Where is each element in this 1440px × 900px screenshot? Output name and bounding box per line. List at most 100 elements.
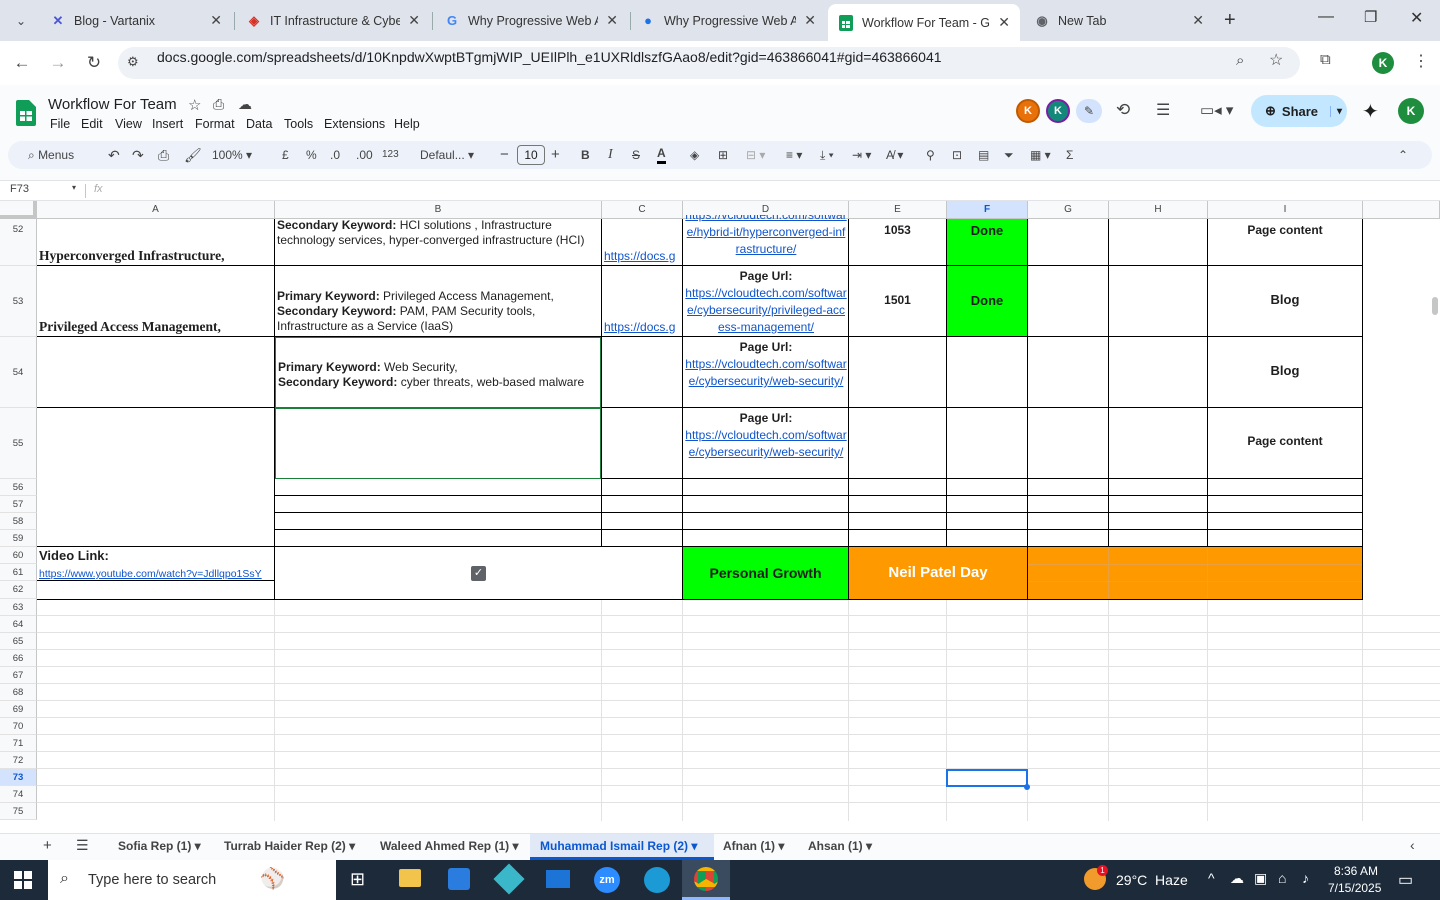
- tab-search-chevron-icon[interactable]: ⌄: [10, 10, 32, 32]
- zoom-select[interactable]: 100% ▾: [212, 146, 252, 164]
- align-icon[interactable]: ≡ ▾: [786, 146, 802, 164]
- browser-tab-2[interactable]: ◈ IT Infrastructure & Cybe ✕: [236, 4, 430, 37]
- all-sheets-icon[interactable]: ☰: [76, 837, 89, 854]
- menu-tools[interactable]: Tools: [284, 117, 313, 131]
- column-header-e[interactable]: E: [849, 201, 947, 219]
- store-icon[interactable]: [448, 868, 470, 890]
- row-header-62[interactable]: 62: [0, 581, 37, 599]
- close-icon[interactable]: ✕: [804, 12, 816, 29]
- row-header-59[interactable]: 59: [0, 530, 37, 547]
- selected-cell-f73[interactable]: [946, 769, 1028, 787]
- column-header-f[interactable]: F: [947, 201, 1028, 219]
- close-icon[interactable]: ✕: [998, 14, 1010, 31]
- filter-views-icon[interactable]: ▦ ▾: [1030, 146, 1051, 164]
- bold-icon[interactable]: B: [581, 146, 590, 164]
- cell-d55-link[interactable]: https://vcloudtech.com/software/cybersec…: [685, 428, 846, 459]
- select-all-corner[interactable]: [0, 201, 37, 219]
- row-header-66[interactable]: 66: [0, 650, 37, 667]
- tray-volume-icon[interactable]: ♪: [1302, 870, 1309, 886]
- row-header-72[interactable]: 72: [0, 752, 37, 769]
- column-header-b[interactable]: B: [275, 201, 602, 219]
- text-color-icon[interactable]: A: [657, 146, 666, 164]
- close-icon[interactable]: ✕: [408, 12, 420, 29]
- sheet-tab-ahsan[interactable]: Ahsan (1) ▾: [808, 839, 872, 853]
- edge-icon[interactable]: [644, 867, 670, 893]
- decrease-decimal-button[interactable]: .0: [330, 146, 340, 164]
- row-header-54[interactable]: 54: [0, 337, 37, 408]
- menu-edit[interactable]: Edit: [81, 117, 103, 131]
- cell-c53[interactable]: https://docs.g: [604, 320, 681, 335]
- row-header-53[interactable]: 53: [0, 266, 37, 337]
- app-icon[interactable]: [493, 863, 525, 895]
- spreadsheet-grid[interactable]: A B C D E F G H I 52 53 54 55 56 57 58 5…: [0, 201, 1440, 821]
- cell-d54-link[interactable]: https://vcloudtech.com/software/cybersec…: [685, 357, 846, 388]
- bookmark-star-icon[interactable]: ☆: [1269, 50, 1283, 70]
- fill-handle[interactable]: [1024, 784, 1030, 790]
- cell-d55[interactable]: Page Url: https://vcloudtech.com/softwar…: [685, 410, 847, 461]
- minimize-icon[interactable]: —: [1318, 8, 1334, 26]
- checkbox-checked-icon[interactable]: ✓: [471, 566, 486, 581]
- row-header-63[interactable]: 63: [0, 599, 37, 616]
- cell-e60-neil-patel-day[interactable]: Neil Patel Day: [849, 547, 1027, 599]
- strikethrough-icon[interactable]: S: [632, 146, 640, 164]
- redo-icon[interactable]: ↷: [132, 146, 144, 164]
- zoom-icon[interactable]: ⌕: [1236, 52, 1244, 69]
- menu-format[interactable]: Format: [195, 117, 235, 131]
- version-history-icon[interactable]: ⟲: [1116, 100, 1130, 120]
- row-header-75[interactable]: 75: [0, 803, 37, 820]
- number-format-button[interactable]: 123: [382, 146, 399, 164]
- row-header-71[interactable]: 71: [0, 735, 37, 752]
- menu-file[interactable]: File: [50, 117, 70, 131]
- browser-tab-1[interactable]: ✕ Blog - Vartanix ✕: [40, 4, 232, 37]
- font-select[interactable]: Defaul... ▾: [420, 146, 474, 164]
- column-header-c[interactable]: C: [602, 201, 683, 219]
- row-header-70[interactable]: 70: [0, 718, 37, 735]
- file-explorer-icon[interactable]: [399, 869, 421, 887]
- cell-d53-link[interactable]: https://vcloudtech.com/software/cybersec…: [685, 286, 846, 334]
- account-avatar[interactable]: K: [1398, 98, 1424, 124]
- cell-c52[interactable]: https://docs.g: [604, 249, 681, 264]
- menus-search[interactable]: ⌕ Menus: [28, 146, 98, 164]
- chrome-taskbar-icon[interactable]: [694, 867, 718, 891]
- add-sheet-icon[interactable]: +: [43, 837, 52, 854]
- insert-comment-icon[interactable]: ⊡: [952, 146, 962, 164]
- row-header-55[interactable]: 55: [0, 408, 37, 479]
- profile-avatar[interactable]: K: [1372, 52, 1394, 74]
- share-dropdown-icon[interactable]: ▾: [1330, 105, 1342, 117]
- row-header-73[interactable]: 73: [0, 769, 37, 786]
- row-header-64[interactable]: 64: [0, 616, 37, 633]
- new-tab-plus-icon[interactable]: +: [1224, 9, 1236, 32]
- menu-extensions[interactable]: Extensions: [324, 117, 385, 131]
- insert-chart-icon[interactable]: ▤: [978, 146, 989, 164]
- column-header-g[interactable]: G: [1028, 201, 1109, 219]
- sheets-logo-icon[interactable]: [16, 100, 36, 129]
- font-size-increase-icon[interactable]: +: [551, 146, 560, 164]
- cell-c52-link[interactable]: https://docs.g: [604, 249, 675, 263]
- site-info-icon[interactable]: ⚙: [127, 54, 139, 70]
- restore-icon[interactable]: ❐: [1364, 8, 1377, 26]
- close-icon[interactable]: ✕: [606, 12, 618, 29]
- sheet-tab-ismail-label[interactable]: Muhammad Ismail Rep (2) ▾: [540, 839, 697, 853]
- text-wrap-icon[interactable]: ⇥ ▾: [852, 146, 871, 164]
- document-title[interactable]: Workflow For Team: [48, 96, 177, 113]
- window-close-icon[interactable]: ✕: [1410, 8, 1423, 28]
- cell-a60-video-label[interactable]: Video Link:: [39, 548, 273, 563]
- forward-arrow-icon[interactable]: →: [46, 51, 70, 75]
- currency-button[interactable]: £: [282, 146, 289, 164]
- vertical-scrollbar[interactable]: [1432, 297, 1438, 315]
- chat-icon[interactable]: ✎: [1076, 99, 1102, 123]
- font-size-input[interactable]: 10: [517, 145, 545, 165]
- sheet-tab-turrab[interactable]: Turrab Haider Rep (2) ▾: [224, 839, 355, 853]
- row-header-56[interactable]: 56: [0, 479, 37, 496]
- cell-b53[interactable]: Primary Keyword: Privileged Access Manag…: [277, 289, 599, 334]
- meet-icon[interactable]: ▭◂ ▾: [1200, 101, 1233, 119]
- tray-security-icon[interactable]: ▣: [1254, 870, 1267, 887]
- back-arrow-icon[interactable]: ←: [10, 51, 34, 75]
- row-header-74[interactable]: 74: [0, 786, 37, 803]
- row-header-65[interactable]: 65: [0, 633, 37, 650]
- cell-a52[interactable]: Hyperconverged Infrastructure,: [39, 248, 273, 263]
- cell-e52[interactable]: 1053: [849, 223, 946, 238]
- weather-text[interactable]: 29°C Haze: [1116, 872, 1188, 888]
- row-header-68[interactable]: 68: [0, 684, 37, 701]
- browser-tab-4[interactable]: ● Why Progressive Web A ✕: [630, 4, 826, 37]
